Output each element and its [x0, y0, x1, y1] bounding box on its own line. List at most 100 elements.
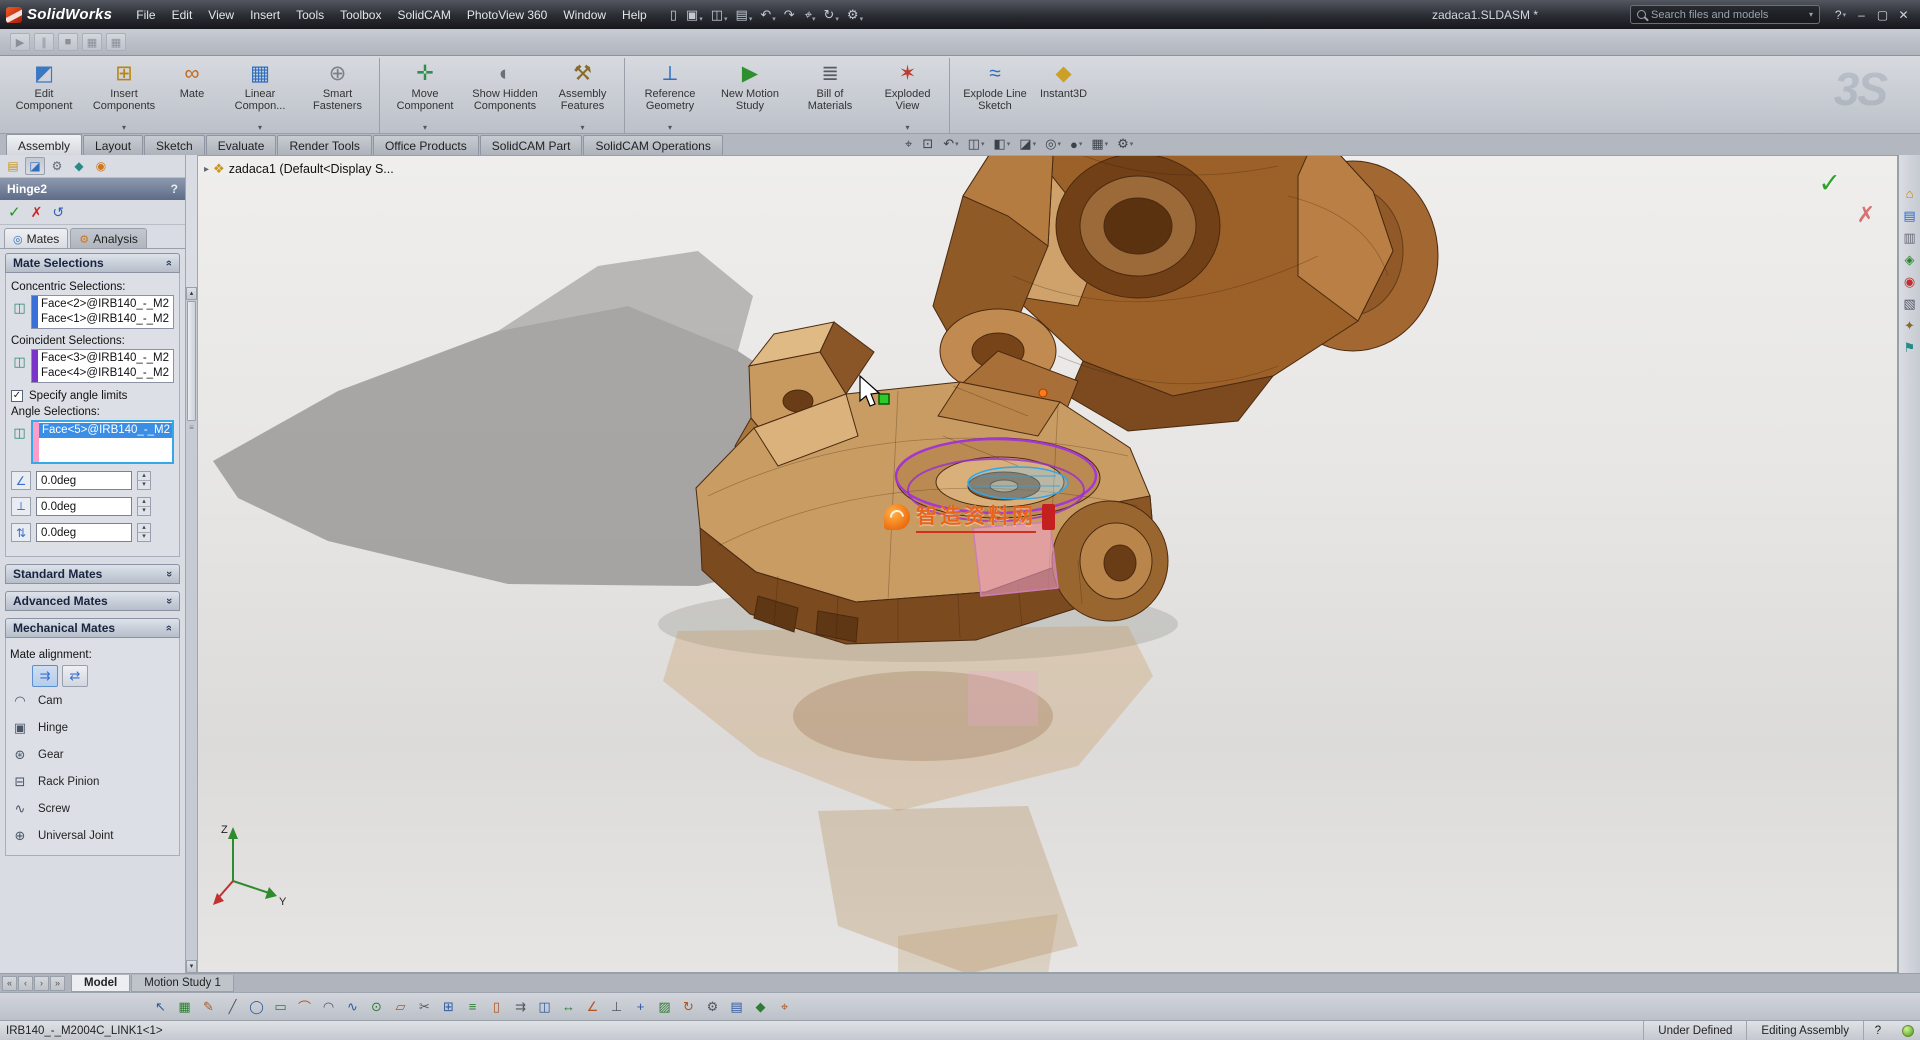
sketch-tool-icon[interactable]: ↻ — [678, 996, 699, 1017]
sketch-tool-icon[interactable]: ⊞ — [438, 996, 459, 1017]
aligned-button[interactable]: ⇉ — [32, 665, 58, 687]
dimxpert-manager-tab-icon[interactable]: ◆ — [69, 157, 89, 175]
cancel-button[interactable]: ✗ — [31, 204, 43, 221]
spinner-control[interactable]: ▴▾ — [137, 497, 151, 516]
edit-component-button[interactable]: ◩ Edit Component — [4, 58, 84, 133]
hinge-mate-button[interactable]: ▣ Hinge — [8, 714, 177, 741]
spin-up-icon[interactable]: ▴ — [138, 498, 150, 507]
angle-selection-list[interactable]: Face<5>@IRB140_-_M2 — [31, 420, 174, 464]
standard-mates-group-header[interactable]: Standard Mates » — [5, 564, 180, 584]
anti-aligned-button[interactable]: ⇄ — [62, 665, 88, 687]
open-file-icon[interactable]: ▣▾ — [683, 5, 706, 25]
confirm-ok-icon[interactable]: ✓ — [1818, 168, 1841, 199]
ok-button[interactable]: ✓ — [8, 203, 21, 221]
ribbon-tab[interactable]: Evaluate — [206, 135, 277, 155]
sketch-tool-icon[interactable]: + — [630, 996, 651, 1017]
minimize-button[interactable]: – — [1851, 6, 1872, 24]
move-component-button[interactable]: ✛ Move Component ▾ — [385, 58, 465, 133]
specify-angle-limits-checkbox[interactable]: ✓ Specify angle limits — [11, 390, 174, 402]
spin-down-icon[interactable]: ▾ — [138, 533, 150, 542]
hide-show-items-icon[interactable]: ◎▾ — [1045, 136, 1061, 152]
sketch-tool-icon[interactable]: ⌖ — [774, 996, 795, 1017]
pm-help-icon[interactable]: ? — [171, 182, 178, 196]
scroll-up-button[interactable]: ▴ — [186, 287, 197, 300]
instant3d-button[interactable]: ◆ Instant3D — [1035, 58, 1092, 133]
sketch-tool-icon[interactable]: ▭ — [270, 996, 291, 1017]
spinner-control[interactable]: ▴▾ — [137, 523, 151, 542]
options-icon[interactable]: ⚙▾ — [844, 5, 866, 25]
view-settings-icon[interactable]: ⚙▾ — [1117, 136, 1133, 152]
spin-up-icon[interactable]: ▴ — [138, 472, 150, 481]
configuration-manager-tab-icon[interactable]: ⚙ — [47, 157, 67, 175]
gear-mate-button[interactable]: ⊛ Gear — [8, 741, 177, 768]
previous-view-icon[interactable]: ↶▾ — [943, 136, 958, 152]
sketch-tool-icon[interactable]: ╱ — [222, 996, 243, 1017]
new-file-icon[interactable]: ▯ — [667, 5, 681, 25]
undo-button[interactable]: ↺ — [52, 204, 64, 221]
sketch-tool-icon[interactable]: ↔ — [558, 996, 579, 1017]
redo-icon[interactable]: ↷ — [781, 5, 799, 25]
search-input[interactable] — [1651, 9, 1804, 21]
view-orientation-icon[interactable]: ◧▾ — [993, 136, 1010, 152]
sketch-tool-icon[interactable]: ◆ — [750, 996, 771, 1017]
mate-selections-group-header[interactable]: Mate Selections » — [5, 253, 180, 273]
menu-item[interactable]: Tools — [288, 4, 332, 26]
custom-properties-icon[interactable]: ✦ — [1904, 319, 1915, 332]
sketch-tool-icon[interactable]: ▦ — [174, 996, 195, 1017]
sketch-tool-icon[interactable]: ⊙ — [366, 996, 387, 1017]
save-icon[interactable]: ◫▾ — [708, 5, 731, 25]
insert-components-button[interactable]: ⊞ Insert Components ▾ — [84, 58, 164, 133]
robot-model[interactable] — [696, 156, 1438, 644]
menu-item[interactable]: View — [200, 4, 242, 26]
mechanical-mates-group-header[interactable]: Mechanical Mates » — [5, 618, 180, 638]
stop-icon[interactable]: ■ — [58, 33, 78, 51]
sketch-tool-icon[interactable]: ✎ — [198, 996, 219, 1017]
resources-icon[interactable]: ⌂ — [1906, 187, 1914, 200]
sketch-tool-icon[interactable]: ◯ — [246, 996, 267, 1017]
status-help-icon[interactable]: ? — [1863, 1021, 1892, 1040]
view-palette-icon[interactable]: ◈ — [1905, 253, 1915, 266]
sketch-tool-icon[interactable]: ▯ — [486, 996, 507, 1017]
tab-analysis[interactable]: ⚙Analysis — [70, 228, 147, 248]
sketch-tool-icon[interactable]: ▱ — [390, 996, 411, 1017]
file-explorer-icon[interactable]: ▥ — [1903, 231, 1915, 244]
ribbon-tab[interactable]: SolidCAM Part — [480, 135, 583, 155]
search-dropdown-icon[interactable]: ▾ — [1809, 10, 1813, 19]
confirm-cancel-icon[interactable]: ✗ — [1857, 202, 1875, 228]
sketch-tool-icon[interactable]: ◫ — [534, 996, 555, 1017]
universal-joint-mate-button[interactable]: ⊕ Universal Joint — [8, 822, 177, 849]
selection-item[interactable]: Face<2>@IRB140_-_M2 — [38, 297, 173, 312]
appearances-icon[interactable]: ◉ — [1904, 275, 1915, 288]
selection-item[interactable]: Face<1>@IRB140_-_M2 — [38, 312, 173, 327]
angle-input[interactable] — [36, 497, 132, 516]
section-view-icon[interactable]: ◫▾ — [968, 136, 985, 152]
zoom-area-icon[interactable]: ⊡ — [922, 136, 934, 152]
menu-item[interactable]: SolidCAM — [389, 4, 458, 26]
help-button[interactable]: ?▾ — [1830, 6, 1851, 24]
display-manager-tab-icon[interactable]: ◉ — [91, 157, 111, 175]
pause-icon[interactable]: ∥ — [34, 33, 54, 51]
angle-input[interactable] — [36, 523, 132, 542]
menu-item[interactable]: PhotoView 360 — [459, 4, 556, 26]
spin-up-icon[interactable]: ▴ — [138, 524, 150, 533]
maximize-button[interactable]: ▢ — [1872, 6, 1893, 24]
ribbon-tab[interactable]: Office Products — [373, 135, 479, 155]
sketch-tool-icon[interactable]: ⌒ — [294, 996, 315, 1017]
ribbon-tab[interactable]: Assembly — [6, 134, 82, 155]
menu-item[interactable]: Help — [614, 4, 655, 26]
tab-nav-button[interactable]: » — [50, 976, 65, 991]
sketch-tool-icon[interactable]: ✂ — [414, 996, 435, 1017]
keyframe-icon[interactable]: ▦ — [82, 33, 102, 51]
zoom-fit-icon[interactable]: ⌖ — [905, 136, 913, 152]
design-library-icon[interactable]: ▤ — [1903, 209, 1915, 222]
status-orb-icon[interactable] — [1902, 1025, 1914, 1037]
rebuild-icon[interactable]: ↻▾ — [821, 5, 842, 25]
coincident-selection-list[interactable]: Face<3>@IRB140_-_M2 Face<4>@IRB140_-_M2 — [31, 349, 174, 383]
show-hidden-components-button[interactable]: ◐ Show Hidden Components — [465, 58, 545, 133]
panel-splitter-grip[interactable]: ≡ — [186, 422, 197, 434]
tab-nav-button[interactable]: ‹ — [18, 976, 33, 991]
menu-item[interactable]: Edit — [164, 4, 201, 26]
exploded-view-button[interactable]: ✶ Exploded View ▾ — [870, 58, 950, 133]
assembly-features-button[interactable]: ⚒ Assembly Features ▾ — [545, 58, 625, 133]
selection-item[interactable]: Face<4>@IRB140_-_M2 — [38, 366, 173, 381]
